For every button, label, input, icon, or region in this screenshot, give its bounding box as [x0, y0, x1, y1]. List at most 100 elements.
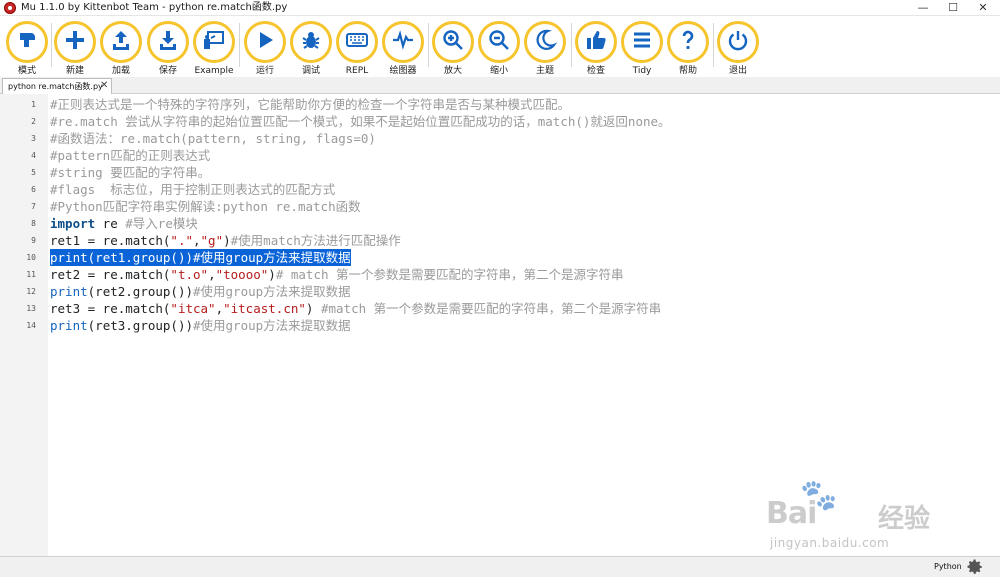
- code-token: ): [268, 267, 276, 282]
- toolbar-separator: [239, 23, 240, 67]
- code-token: #Python匹配字符串实例解读:python re.match函数: [50, 199, 361, 214]
- mu-logo-icon: [4, 2, 16, 14]
- waveform-icon: [391, 28, 415, 56]
- toolbar-separator: [428, 23, 429, 67]
- code-line[interactable]: ret3 = re.match("itca","itcast.cn") #mat…: [50, 300, 661, 317]
- line-number: 10: [26, 253, 36, 262]
- code-line[interactable]: #pattern匹配的正则表达式: [50, 147, 210, 164]
- download-icon: [156, 28, 180, 56]
- tab-close-icon[interactable]: ✕: [100, 80, 108, 92]
- play-icon: [253, 28, 277, 56]
- line-number: 2: [31, 117, 36, 126]
- code-token: print: [50, 250, 88, 265]
- status-bar: Python: [0, 556, 1000, 577]
- watermark-brand-cn: 经验: [878, 504, 931, 534]
- code-token: #flags 标志位，用于控制正则表达式的匹配方式: [50, 182, 336, 197]
- code-token: (ret3.group()): [87, 318, 193, 333]
- code-token: #string 要匹配的字符串。: [50, 165, 211, 180]
- code-line[interactable]: print(ret1.group())#使用group方法来提取数据: [50, 249, 351, 266]
- toolbar-separator: [713, 23, 714, 67]
- mode-icon: [15, 28, 39, 56]
- keyboard-icon: [345, 28, 369, 56]
- title-bar: Mu 1.1.0 by Kittenbot Team - python re.m…: [0, 0, 1000, 16]
- code-token: ,: [193, 233, 201, 248]
- theme-button[interactable]: 主题: [522, 21, 568, 77]
- tab-bar: python re.match函数.py ✕: [0, 77, 1000, 94]
- bug-icon: [299, 28, 323, 56]
- maximize-button[interactable]: ☐: [938, 0, 968, 16]
- code-token: ".": [170, 233, 193, 248]
- line-number: 13: [26, 304, 36, 313]
- example-button[interactable]: Example: [191, 21, 237, 77]
- question-icon: [676, 28, 700, 56]
- line-number: 4: [31, 151, 36, 160]
- code-line[interactable]: ret1 = re.match(".","g")#使用match方法进行匹配操作: [50, 232, 401, 249]
- help-button[interactable]: 帮助: [665, 21, 711, 77]
- line-number: 6: [31, 185, 36, 194]
- mode-button[interactable]: 模式: [4, 21, 50, 77]
- code-token: "t.o": [170, 267, 209, 282]
- code-line[interactable]: #flags 标志位，用于控制正则表达式的匹配方式: [50, 181, 335, 198]
- code-token: print: [50, 318, 88, 333]
- code-token: #pattern匹配的正则表达式: [50, 148, 211, 163]
- zoom-in-icon: [441, 28, 465, 56]
- watermark-brand: Bai: [766, 496, 817, 531]
- code-token: #使用group方法来提取数据: [193, 250, 351, 265]
- code-token: #正则表达式是一个特殊的字符序列，它能帮助你方便的检查一个字符串是否与某种模式匹…: [50, 97, 571, 112]
- code-token: ,: [215, 301, 224, 316]
- code-line[interactable]: #正则表达式是一个特殊的字符序列，它能帮助你方便的检查一个字符串是否与某种模式匹…: [50, 96, 570, 113]
- lines-icon: [630, 28, 654, 56]
- moon-icon: [533, 28, 558, 56]
- code-line[interactable]: #函数语法：re.match(pattern, string, flags=0): [50, 130, 376, 147]
- quit-button[interactable]: 退出: [715, 21, 761, 77]
- tab-python-re-match[interactable]: python re.match函数.py ✕: [2, 78, 112, 94]
- line-number: 1: [31, 100, 36, 109]
- upload-icon: [109, 28, 133, 56]
- presentation-icon: [202, 28, 226, 56]
- code-token: ,: [208, 267, 216, 282]
- code-line[interactable]: import re #导入re模块: [50, 215, 198, 232]
- line-number: 8: [31, 219, 36, 228]
- watermark-url: jingyan.baidu.com: [770, 536, 890, 550]
- code-line[interactable]: #re.match 尝试从字符串的起始位置匹配一个模式，如果不是起始位置匹配成功…: [50, 113, 671, 130]
- code-line[interactable]: #Python匹配字符串实例解读:python re.match函数: [50, 198, 361, 215]
- plus-icon: [63, 28, 87, 56]
- code-token: re: [95, 216, 126, 231]
- window-title: Mu 1.1.0 by Kittenbot Team - python re.m…: [21, 2, 288, 13]
- tab-label: python re.match函数.py: [8, 82, 103, 91]
- baidu-jingyan-watermark: 🐾 Bai 经验 jingyan.baidu.com: [760, 478, 960, 558]
- status-mode: Python: [934, 562, 962, 571]
- code-token: (ret2.group()): [87, 284, 193, 299]
- line-number: 14: [26, 321, 36, 330]
- toolbar-separator: [571, 23, 572, 67]
- close-window-button[interactable]: ✕: [968, 0, 998, 16]
- code-line[interactable]: print(ret3.group())#使用group方法来提取数据: [50, 317, 351, 334]
- example-label: Example: [194, 66, 234, 76]
- code-token: # match 第一个参数是需要匹配的字符串，第二个是源字符串: [275, 267, 624, 282]
- code-token: ret2 = re.match(: [50, 267, 171, 282]
- line-number: 3: [31, 134, 36, 143]
- code-token: "itca": [170, 301, 216, 316]
- code-line[interactable]: ret2 = re.match("t.o","toooo")# match 第一…: [50, 266, 624, 283]
- code-token: (ret1.group()): [87, 250, 193, 265]
- code-token: #使用match方法进行匹配操作: [230, 233, 401, 248]
- load-button[interactable]: 加载: [98, 21, 144, 77]
- gear-icon[interactable]: [966, 558, 984, 576]
- code-token: #函数语法：re.match(pattern, string, flags=0): [50, 131, 376, 146]
- code-token: #match 第一个参数是需要匹配的字符串，第二个是源字符串: [320, 301, 662, 316]
- code-token: "toooo": [215, 267, 269, 282]
- plotter-button[interactable]: 绘图器: [380, 21, 426, 77]
- line-number: 9: [31, 236, 36, 245]
- line-number: 7: [31, 202, 36, 211]
- zoom-out-icon: [487, 28, 511, 56]
- quit-label: 退出: [728, 66, 747, 76]
- minimize-button[interactable]: —: [908, 0, 938, 16]
- line-number: 5: [31, 168, 36, 177]
- code-token: "g": [200, 233, 224, 248]
- toolbar: 模式 新建 加载 保存 Example 运行 调试 REPL 绘图器 放大 缩小: [0, 17, 1000, 77]
- code-token: ret1 = re.match(: [50, 233, 171, 248]
- code-line[interactable]: print(ret2.group())#使用group方法来提取数据: [50, 283, 351, 300]
- code-token: print: [50, 284, 88, 299]
- thumbs-up-icon: [584, 28, 608, 56]
- code-line[interactable]: #string 要匹配的字符串。: [50, 164, 210, 181]
